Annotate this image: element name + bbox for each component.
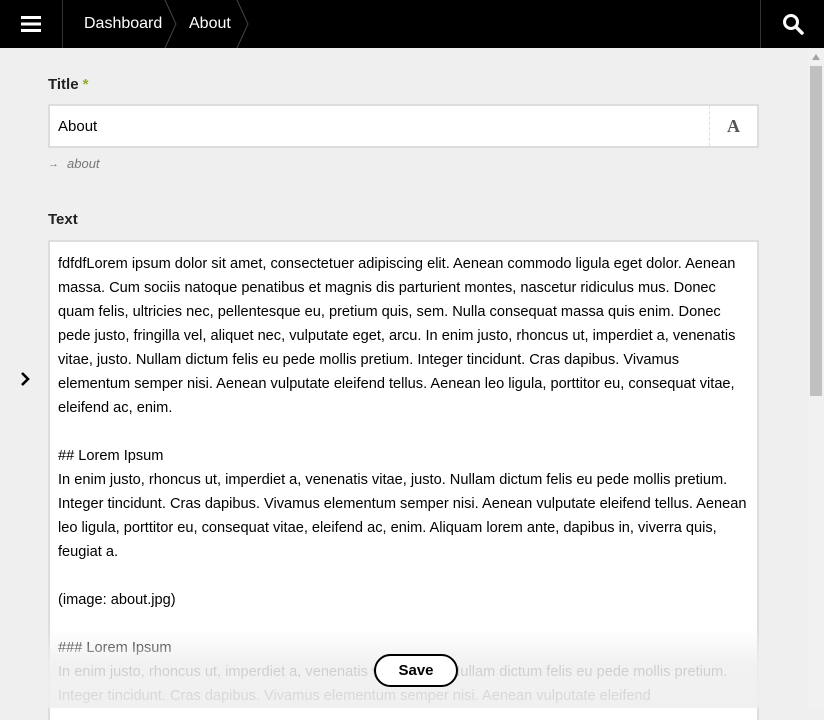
hamburger-menu-icon bbox=[21, 16, 41, 32]
slug-value: about bbox=[67, 156, 100, 171]
title-format-button[interactable]: A bbox=[709, 106, 757, 146]
text-format-icon: A bbox=[727, 115, 740, 136]
scroll-thumb[interactable] bbox=[810, 66, 822, 396]
required-marker: * bbox=[82, 76, 89, 93]
arrow-right-icon: → bbox=[48, 157, 59, 170]
slug-preview: → about bbox=[48, 156, 100, 171]
search-icon bbox=[782, 14, 804, 35]
save-button[interactable]: Save bbox=[374, 654, 458, 687]
breadcrumb-dashboard[interactable]: Dashboard bbox=[84, 0, 162, 48]
title-label-text: Title bbox=[48, 76, 79, 93]
scroll-up-arrow[interactable] bbox=[808, 52, 824, 62]
page-scrollbar[interactable] bbox=[808, 48, 824, 708]
breadcrumb-about-label: About bbox=[189, 15, 231, 32]
breadcrumb-dashboard-label: Dashboard bbox=[84, 15, 163, 32]
sidebar-toggle[interactable] bbox=[16, 368, 34, 390]
triangle-up-icon bbox=[812, 54, 820, 60]
title-field: A bbox=[48, 104, 759, 148]
title-input[interactable] bbox=[50, 106, 710, 146]
title-field-label: Title * bbox=[48, 76, 88, 93]
topbar: Dashboard About bbox=[0, 0, 824, 48]
menu-button[interactable] bbox=[0, 0, 63, 48]
chevron-right-icon bbox=[21, 372, 30, 386]
breadcrumb-separator bbox=[236, 0, 249, 48]
breadcrumb-separator bbox=[164, 0, 177, 48]
breadcrumb-about[interactable]: About bbox=[189, 0, 231, 48]
text-label-text: Text bbox=[48, 211, 78, 228]
save-button-label: Save bbox=[398, 662, 434, 679]
search-button[interactable] bbox=[760, 0, 824, 48]
main-content: Title* A → about Text fdfdfLorem ipsum d… bbox=[0, 48, 808, 720]
text-field-label: Text bbox=[48, 211, 78, 228]
